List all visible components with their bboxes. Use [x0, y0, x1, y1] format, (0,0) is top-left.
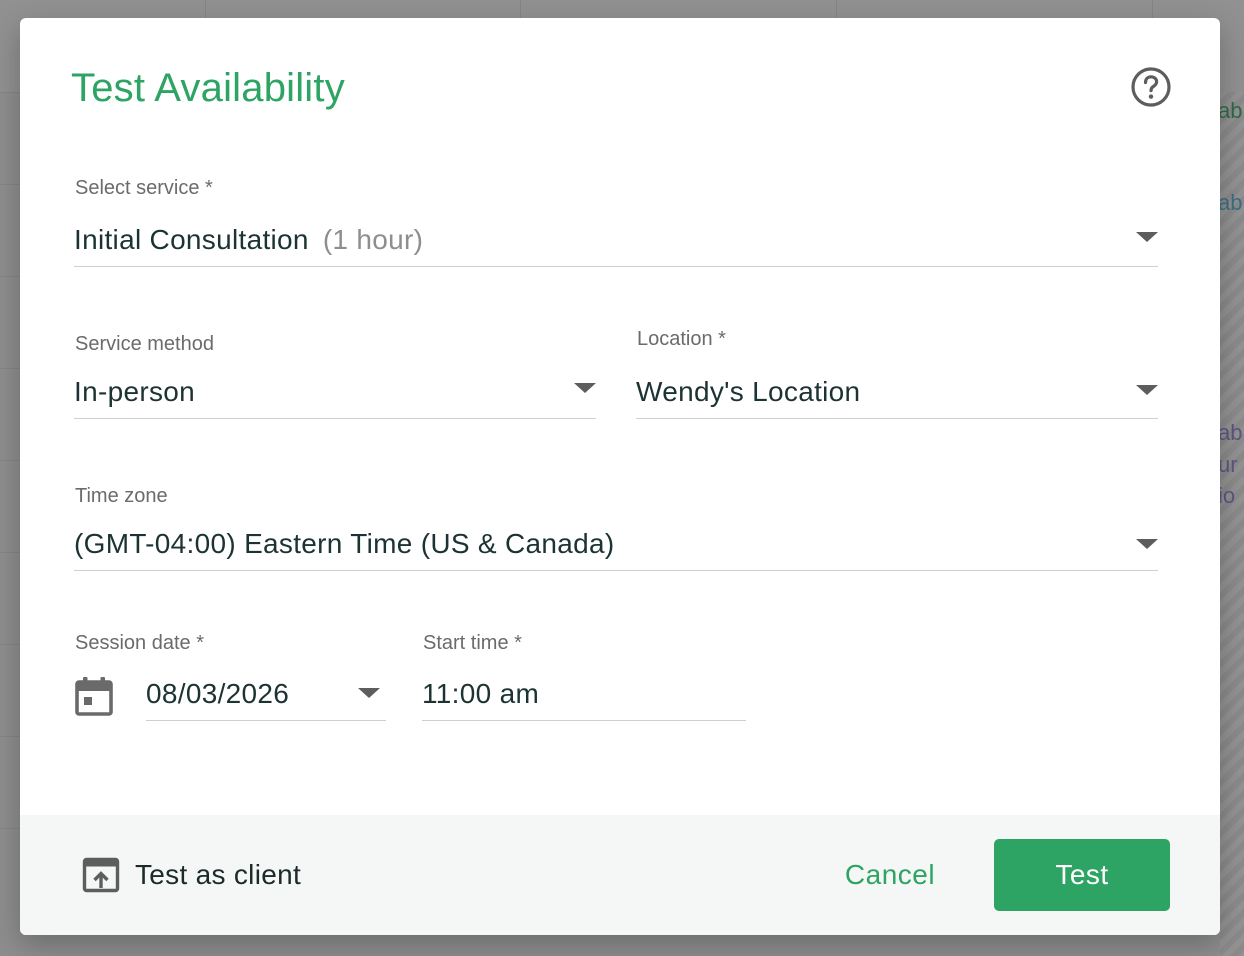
- dialog-title: Test Availability: [71, 66, 345, 110]
- background-event-text: ur: [1218, 452, 1238, 477]
- open-external-icon: [82, 857, 120, 893]
- chevron-down-icon: [1136, 539, 1158, 549]
- cancel-button[interactable]: Cancel: [820, 853, 960, 897]
- service-method-label: Service method: [75, 333, 214, 355]
- service-value: Initial Consultation (1 hour): [74, 224, 423, 256]
- service-method-field: Service method In-person: [74, 331, 596, 421]
- service-method-value: In-person: [74, 376, 195, 407]
- start-time-field: Start time * 11:00 am: [422, 631, 746, 723]
- background-event-text: ab: [1218, 98, 1243, 123]
- start-time-value: 11:00 am: [422, 678, 540, 709]
- chevron-down-icon: [1136, 232, 1158, 242]
- chevron-down-icon: [358, 688, 380, 698]
- service-duration: (1 hour): [322, 224, 424, 255]
- background-event-text: ab: [1218, 190, 1243, 215]
- service-select[interactable]: Initial Consultation (1 hour): [74, 207, 1158, 267]
- background-divider: [0, 276, 20, 277]
- background-divider: [0, 644, 20, 645]
- service-name: Initial Consultation: [74, 224, 309, 255]
- background-divider: [0, 460, 20, 461]
- background-event-text: io: [1218, 483, 1236, 508]
- background-event-text: ab: [1218, 420, 1243, 445]
- location-label: Location *: [637, 328, 726, 350]
- session-date-input-wrapper: 08/03/2026: [146, 664, 386, 723]
- chevron-down-icon: [574, 383, 596, 393]
- time-zone-label: Time zone: [75, 485, 168, 507]
- location-select[interactable]: Wendy's Location: [636, 362, 1158, 419]
- chevron-down-icon: [1136, 385, 1158, 395]
- background-calendar-column: [1220, 92, 1244, 956]
- service-field: Select service * Initial Consultation (1 …: [74, 174, 1158, 268]
- start-time-label: Start time *: [423, 632, 522, 654]
- background-divider: [0, 736, 20, 737]
- background-divider: [0, 368, 20, 369]
- time-zone-field: Time zone (GMT-04:00) Eastern Time (US &…: [74, 484, 1158, 574]
- background-divider: [0, 184, 20, 185]
- start-time-input[interactable]: 11:00 am: [422, 664, 746, 721]
- session-date-select[interactable]: 08/03/2026: [146, 664, 386, 721]
- background-divider: [0, 552, 20, 553]
- help-button[interactable]: [1128, 64, 1174, 110]
- test-as-client-button[interactable]: Test as client: [82, 855, 301, 895]
- session-date-value: 08/03/2026: [146, 678, 290, 709]
- background-divider: [0, 828, 20, 829]
- service-label: Select service *: [75, 177, 213, 199]
- test-availability-dialog: Test Availability Select service * Initi…: [20, 18, 1220, 935]
- dialog-footer: Test as client Cancel Test: [20, 815, 1220, 935]
- question-circle-icon: [1131, 67, 1171, 107]
- test-as-client-label: Test as client: [135, 859, 302, 890]
- location-value: Wendy's Location: [636, 376, 861, 407]
- location-field: Location * Wendy's Location: [636, 326, 1158, 421]
- time-zone-value: (GMT-04:00) Eastern Time (US & Canada): [74, 528, 615, 559]
- service-method-select[interactable]: In-person: [74, 364, 596, 419]
- time-zone-select[interactable]: (GMT-04:00) Eastern Time (US & Canada): [74, 517, 1158, 571]
- test-button[interactable]: Test: [994, 839, 1170, 911]
- session-date-label: Session date *: [75, 632, 204, 654]
